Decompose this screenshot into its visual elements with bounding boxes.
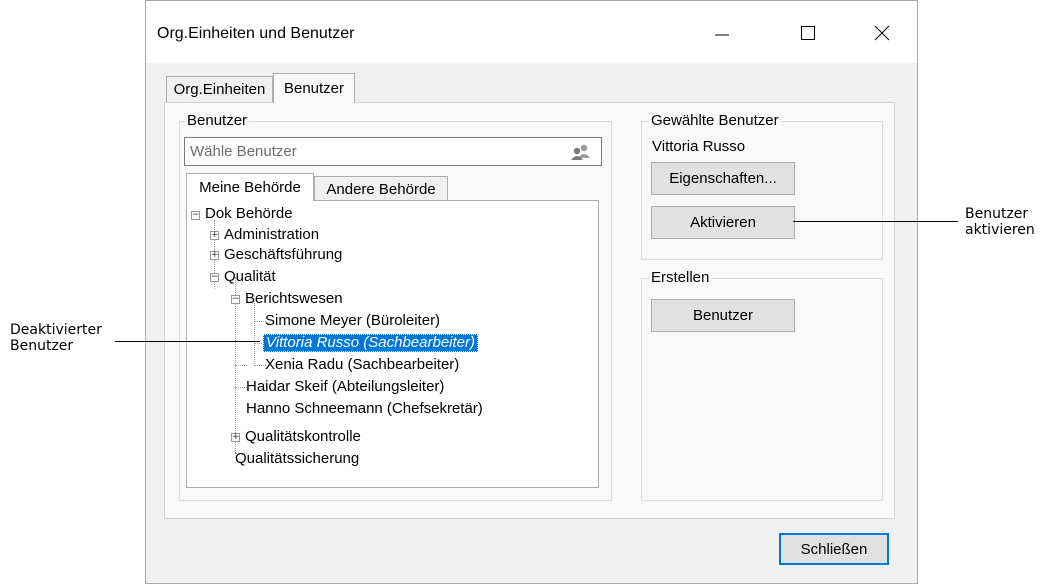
tree-item-user-vittoria-selected[interactable]: Vittoria Russo (Sachbearbeiter) <box>263 334 478 352</box>
tab-org-einheiten[interactable]: Org.Einheiten <box>166 76 273 102</box>
tree-item-user-xenia[interactable]: Xenia Radu (Sachbearbeiter) <box>265 356 459 374</box>
expand-administration-icon[interactable]: + <box>210 231 219 240</box>
collapse-berichtswesen-icon[interactable]: − <box>231 295 240 304</box>
close-button-label: Schließen <box>800 540 868 558</box>
subtab-andere-behoerde[interactable]: Andere Behörde <box>314 176 448 201</box>
maximize-button[interactable] <box>788 15 828 51</box>
activate-button-label: Aktivieren <box>690 214 756 231</box>
subtab-meine-behoerde[interactable]: Meine Behörde <box>186 173 314 201</box>
create-group-legend: Erstellen <box>649 269 712 286</box>
user-search-field[interactable]: Wähle Benutzer <box>184 137 602 166</box>
callout-left-line1: Deaktivierter <box>10 322 102 338</box>
tree-item-user-simone[interactable]: Simone Meyer (Büroleiter) <box>265 312 440 330</box>
tree-item-berichtswesen[interactable]: Berichtswesen <box>245 290 343 308</box>
tree-item-geschaeftsfuehrung[interactable]: Geschäftsführung <box>224 246 342 264</box>
tree-item-qualitaetskontrolle[interactable]: Qualitätskontrolle <box>245 428 361 446</box>
activate-button[interactable]: Aktivieren <box>651 206 795 239</box>
minimize-icon <box>715 34 729 36</box>
subtab-andere-behoerde-label: Andere Behörde <box>326 180 436 198</box>
subtab-meine-behoerde-label: Meine Behörde <box>199 179 301 196</box>
collapse-qualitaet-icon[interactable]: − <box>210 273 219 282</box>
tab-benutzer[interactable]: Benutzer <box>273 73 355 103</box>
callout-left-line2: Benutzer <box>10 338 74 354</box>
users-icon <box>571 144 590 160</box>
create-user-button-label: Benutzer <box>692 307 754 324</box>
selected-users-legend: Gewählte Benutzer <box>649 112 781 129</box>
tab-panel: Benutzer Wähle Benutzer Meine Behörde An… <box>164 102 895 519</box>
window-title: Org.Einheiten und Benutzer <box>157 25 355 42</box>
callout-right-line1: Benutzer <box>965 206 1029 222</box>
callout-activate-user: Benutzer aktivieren <box>965 206 1035 238</box>
create-user-button[interactable]: Benutzer <box>651 299 795 332</box>
maximize-icon <box>801 26 815 40</box>
callout-right-line2: aktivieren <box>965 222 1035 238</box>
minimize-button[interactable] <box>702 15 742 51</box>
properties-button[interactable]: Eigenschaften... <box>651 162 795 195</box>
tree-item-user-haidar[interactable]: Haidar Skeif (Abteilungsleiter) <box>246 378 444 396</box>
callout-right-line <box>793 221 958 222</box>
tab-org-einheiten-label: Org.Einheiten <box>173 81 266 98</box>
properties-button-label: Eigenschaften... <box>669 170 777 187</box>
close-icon <box>874 25 890 41</box>
org-tree: − + + − − + Dok Behörde Administration G… <box>186 200 599 488</box>
close-window-button[interactable] <box>862 15 902 51</box>
tree-item-user-hanno[interactable]: Hanno Schneemann (Chefsekretär) <box>246 400 483 418</box>
tab-benutzer-label: Benutzer <box>283 80 345 97</box>
callout-left-line <box>115 341 260 342</box>
expand-qualitaetskontrolle-icon[interactable]: + <box>231 433 240 442</box>
expand-geschaeftsfuehrung-icon[interactable]: + <box>210 251 219 260</box>
tree-item-administration[interactable]: Administration <box>224 226 319 244</box>
tree-item-root[interactable]: Dok Behörde <box>205 205 293 223</box>
selected-user-name: Vittoria Russo <box>652 138 746 155</box>
close-button[interactable]: Schließen <box>779 533 889 565</box>
tree-item-qualitaet[interactable]: Qualität <box>224 268 276 286</box>
callout-deactivated-user: Deaktivierter Benutzer <box>10 322 102 354</box>
users-group-legend: Benutzer <box>185 112 250 129</box>
user-search-placeholder: Wähle Benutzer <box>190 143 297 160</box>
tree-item-qualitaetssicherung[interactable]: Qualitätssicherung <box>235 450 359 468</box>
title-bar: Org.Einheiten und Benutzer <box>146 1 917 63</box>
collapse-root-icon[interactable]: − <box>191 211 200 220</box>
dialog-window: Org.Einheiten und Benutzer Org.Einheiten… <box>145 0 918 584</box>
